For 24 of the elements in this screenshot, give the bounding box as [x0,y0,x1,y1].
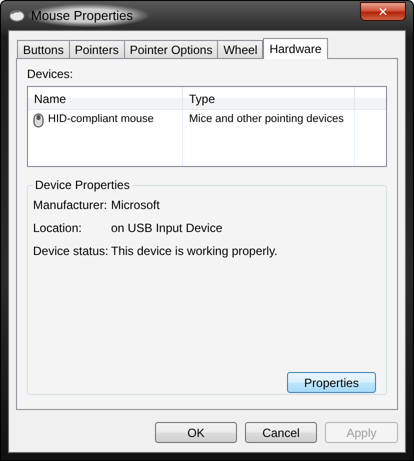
field-label: Manufacturer: [33,198,108,213]
mouse-icon [9,10,25,22]
tab[interactable]: Pointers [68,40,125,59]
column-header[interactable]: Name [28,87,183,109]
dialog-button[interactable]: Cancel [245,422,317,443]
field-label: Device status: [33,244,110,259]
properties-button[interactable]: Properties [287,372,376,393]
tab[interactable]: Wheel [217,40,264,59]
window-title: Mouse Properties [27,4,149,27]
mouse-icon [33,113,44,128]
dialog-button[interactable]: OK [155,422,237,443]
column-header[interactable]: Type [183,87,355,109]
close-button[interactable]: ✕ [360,2,406,21]
table-cell: Mice and other pointing devices [183,110,355,166]
field-label: Location: [33,221,83,236]
list-item[interactable]: HID-compliant mouse [28,110,183,166]
field-value: This device is working properly. [111,244,279,259]
devices-label: Devices: [27,67,74,83]
tab[interactable]: Buttons [17,40,70,59]
tab[interactable]: Hardware [263,38,328,59]
tab[interactable]: Pointer Options [124,40,218,59]
field-value: on USB Input Device [111,221,224,236]
field-value: Microsoft [111,198,161,213]
group-title: Device Properties [33,178,132,192]
